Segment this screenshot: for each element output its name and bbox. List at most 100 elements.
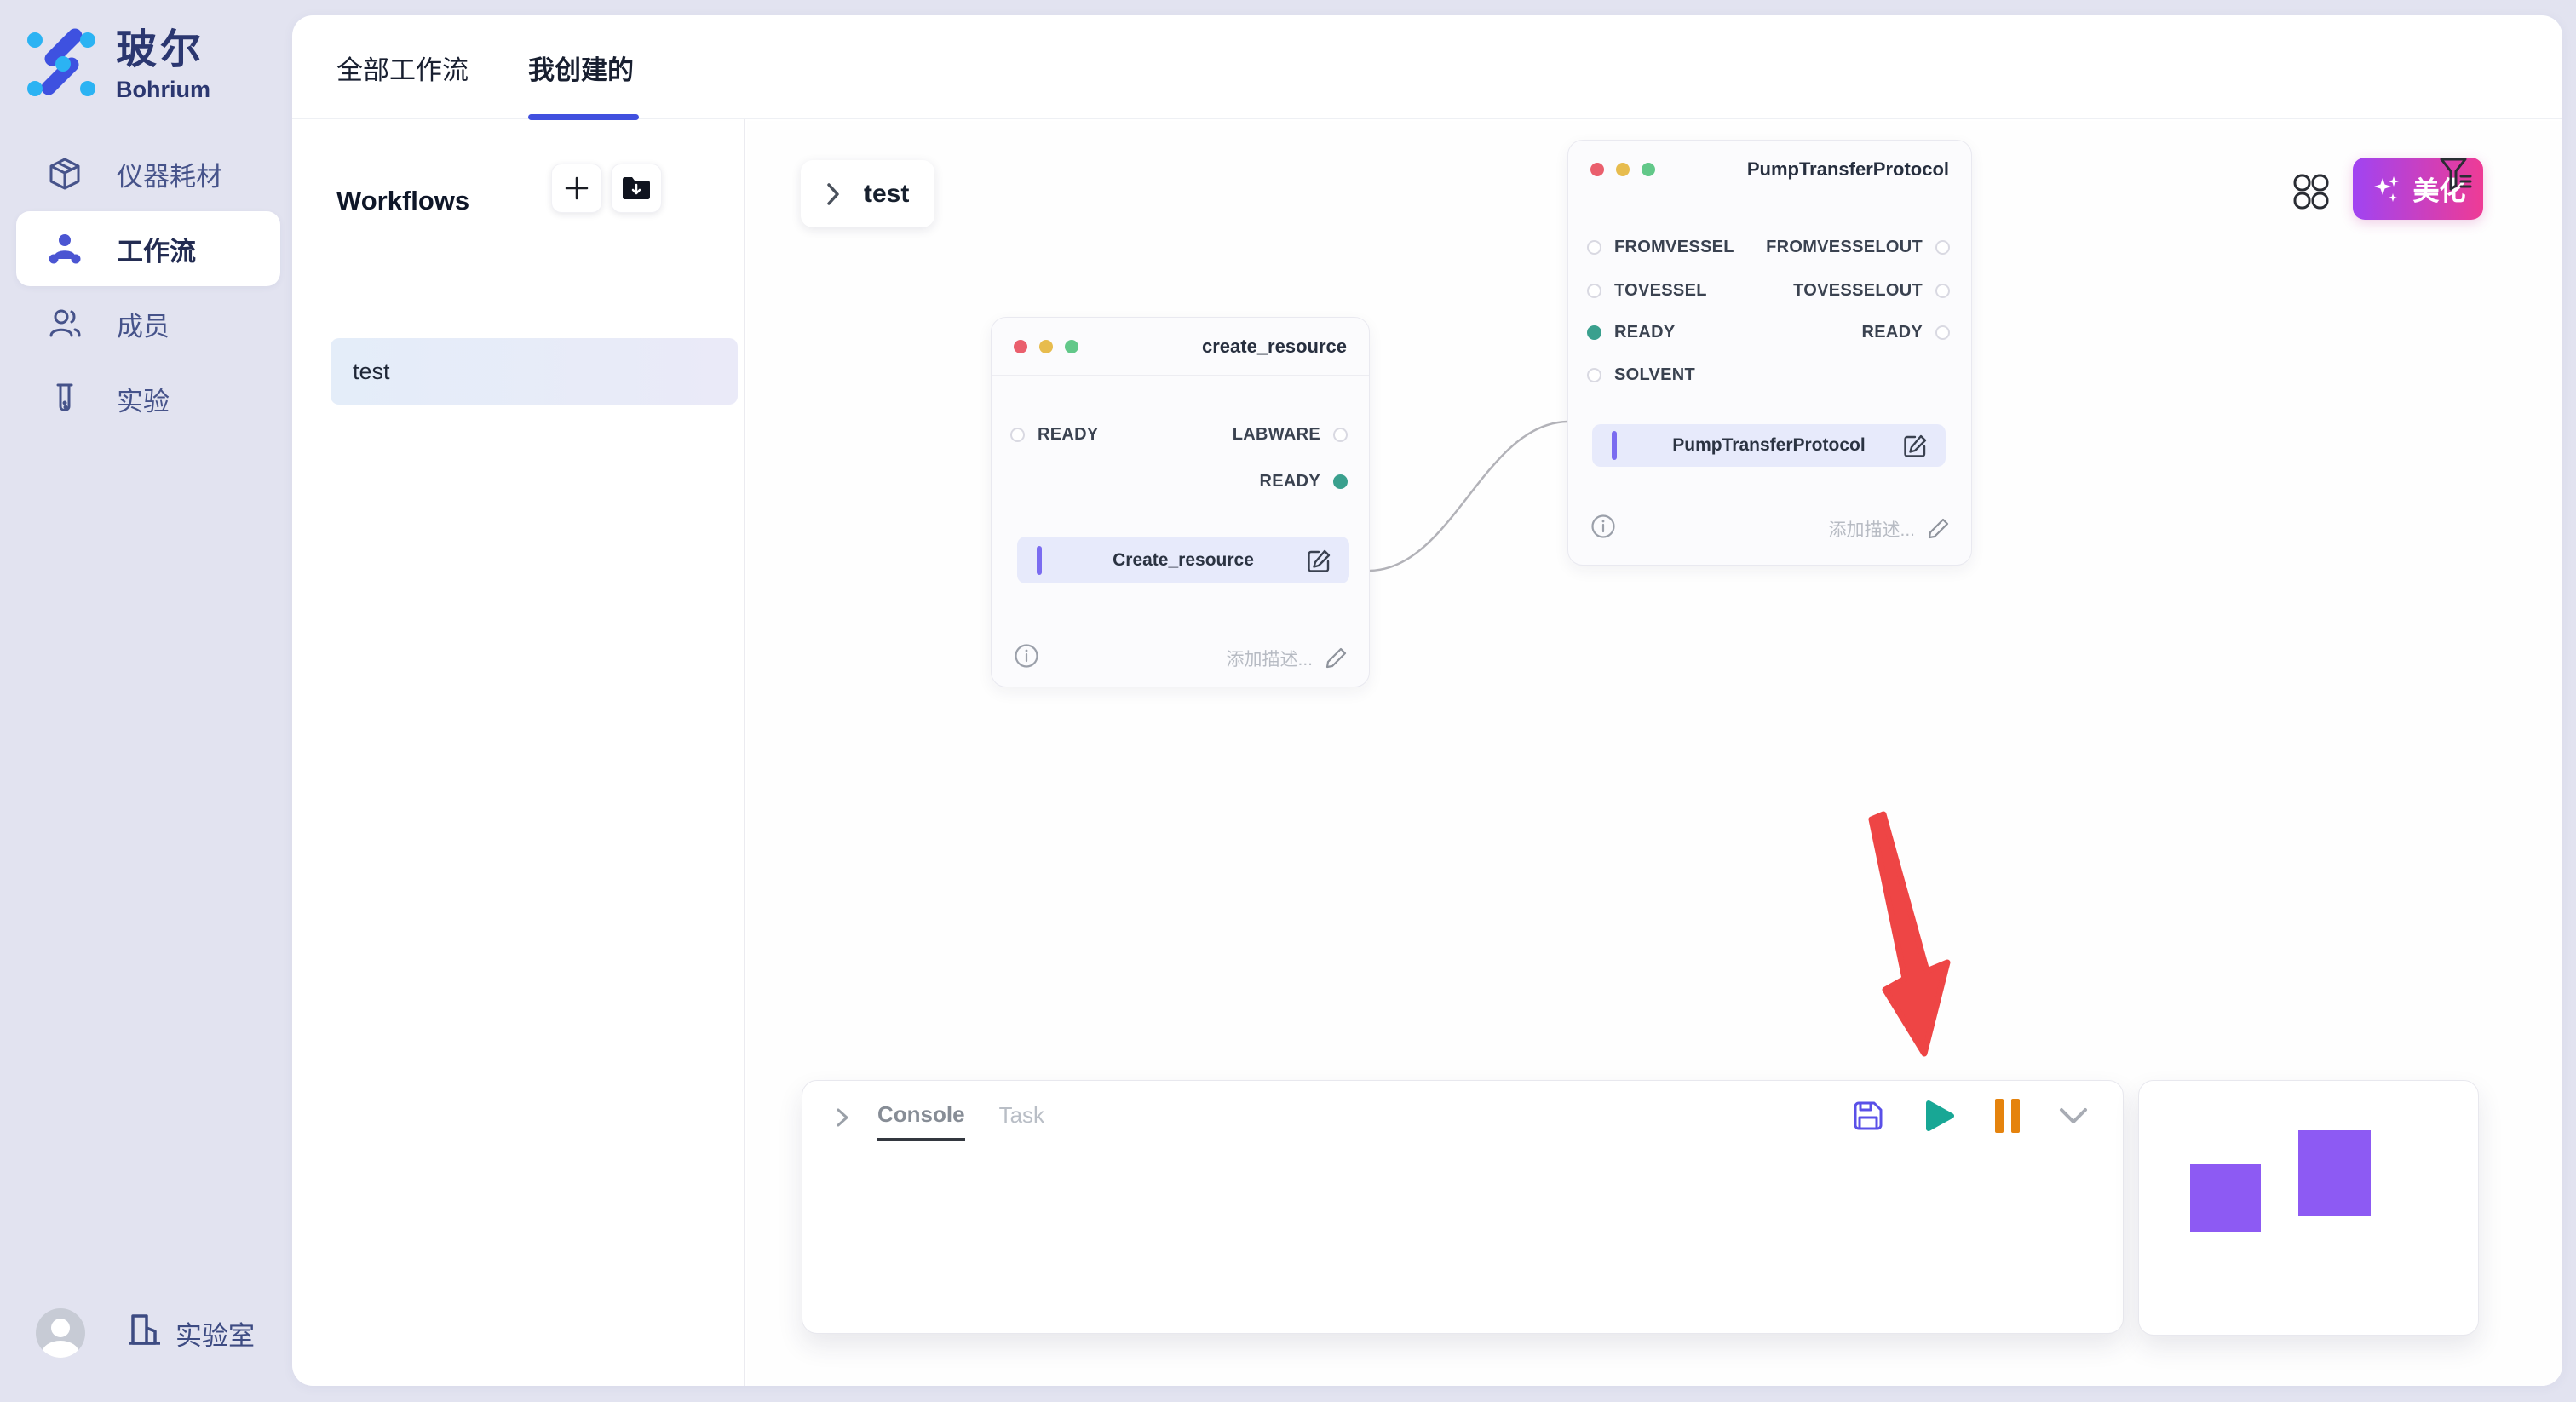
- layout-command-button[interactable]: [2290, 170, 2332, 213]
- info-icon[interactable]: [1590, 514, 1616, 543]
- port-label: READY: [1861, 323, 1923, 342]
- pencil-icon[interactable]: [1927, 517, 1950, 540]
- node-header: PumpTransferProtocol: [1568, 141, 1971, 198]
- breadcrumb[interactable]: test: [801, 160, 934, 227]
- port-fromvessel-in[interactable]: FROMVESSEL: [1587, 238, 1734, 257]
- port-circle[interactable]: [1333, 428, 1348, 442]
- pencil-icon[interactable]: [1325, 646, 1348, 669]
- brand-name-cn: 玻尔: [116, 26, 210, 75]
- port-ready-in-connected[interactable]: READY: [1587, 323, 1676, 342]
- edit-icon[interactable]: [1903, 433, 1929, 458]
- yellow-dot-icon: [1616, 163, 1630, 176]
- node-action-pill[interactable]: PumpTransferProtocol: [1592, 424, 1946, 467]
- add-workflow-button[interactable]: [551, 164, 602, 213]
- tab-task[interactable]: Task: [999, 1102, 1044, 1129]
- green-dot-icon: [1642, 163, 1655, 176]
- save-icon: [1852, 1100, 1884, 1132]
- traffic-dots: [1014, 340, 1078, 353]
- port-ready-out[interactable]: READY: [1861, 323, 1950, 342]
- port-label: FROMVESSELOUT: [1766, 238, 1923, 257]
- sidebar-item-experiments[interactable]: 实验: [16, 361, 280, 436]
- sidebar: 玻尔 Bohrium 仪器耗材: [0, 0, 292, 1402]
- node-title: PumpTransferProtocol: [1747, 158, 1949, 181]
- sidebar-item-label: 仪器耗材: [117, 155, 222, 193]
- sidebar-item-label: 实验: [117, 380, 170, 418]
- minimap[interactable]: [2138, 1080, 2479, 1336]
- port-circle[interactable]: [1935, 240, 1950, 255]
- description-placeholder[interactable]: 添加描述...: [1828, 516, 1915, 542]
- console-panel: Console Task: [802, 1080, 2124, 1334]
- node-action-pill[interactable]: Create_resource: [1017, 537, 1349, 583]
- port-labware-out[interactable]: LABWARE: [1233, 425, 1348, 445]
- tab-all-workflows[interactable]: 全部工作流: [336, 15, 469, 119]
- yellow-dot-icon: [1039, 340, 1053, 353]
- pill-label: Create_resource: [1017, 550, 1349, 571]
- user-avatar[interactable]: [36, 1308, 85, 1358]
- port-circle[interactable]: [1010, 428, 1025, 442]
- sidebar-item-workflows[interactable]: 工作流: [16, 211, 280, 286]
- sidebar-item-label: 成员: [117, 305, 170, 343]
- chevron-down-icon: [2058, 1106, 2089, 1126]
- save-button[interactable]: [1852, 1100, 1884, 1132]
- import-folder-button[interactable]: [611, 164, 662, 213]
- port-ready-in[interactable]: READY: [1010, 425, 1099, 445]
- run-button[interactable]: [1923, 1098, 1957, 1134]
- port-circle[interactable]: [1587, 240, 1601, 255]
- tab-console[interactable]: Console: [877, 1101, 965, 1141]
- tab-created-by-me[interactable]: 我创建的: [528, 15, 634, 119]
- port-circle[interactable]: [1935, 325, 1950, 340]
- folder-download-icon: [621, 175, 652, 201]
- lab-switcher[interactable]: 实验室: [128, 1311, 255, 1355]
- building-icon: [128, 1311, 162, 1355]
- port-label: TOVESSELOUT: [1793, 281, 1923, 301]
- play-icon: [1923, 1098, 1957, 1134]
- port-label: SOLVENT: [1614, 365, 1695, 385]
- workflow-item-name: test: [353, 359, 390, 385]
- chevron-right-icon: [823, 178, 843, 210]
- node-title: create_resource: [1202, 336, 1347, 358]
- console-actions: [1852, 1098, 2089, 1134]
- port-label: READY: [1038, 425, 1099, 445]
- members-icon: [47, 306, 83, 342]
- minimap-node-create-resource: [2190, 1164, 2261, 1232]
- port-solvent-in[interactable]: SOLVENT: [1587, 365, 1695, 385]
- port-circle-connected[interactable]: [1587, 325, 1601, 340]
- port-label: TOVESSEL: [1614, 281, 1707, 301]
- pause-button[interactable]: [1995, 1099, 2020, 1133]
- port-tovessel-in[interactable]: TOVESSEL: [1587, 281, 1707, 301]
- node-footer: 添加描述...: [1590, 514, 1950, 543]
- filter-icon: [2438, 155, 2475, 194]
- workflow-people-icon: [47, 231, 83, 267]
- console-tabbar: Console Task: [830, 1101, 1044, 1141]
- sidebar-item-consumables[interactable]: 仪器耗材: [16, 136, 280, 211]
- lab-label: 实验室: [175, 1314, 255, 1353]
- workflow-list-item-test[interactable]: test: [331, 338, 738, 405]
- port-circle[interactable]: [1587, 284, 1601, 298]
- sidebar-item-members[interactable]: 成员: [16, 286, 280, 361]
- port-tovesselout[interactable]: TOVESSELOUT: [1793, 281, 1950, 301]
- port-ready-out[interactable]: READY: [1259, 472, 1348, 491]
- brand-name-en: Bohrium: [116, 77, 210, 103]
- collapse-caret-icon[interactable]: [830, 1105, 855, 1130]
- port-fromvesselout[interactable]: FROMVESSELOUT: [1766, 238, 1950, 257]
- minimap-node-pump-transfer: [2298, 1130, 2371, 1216]
- sparkles-icon: [2371, 173, 2403, 205]
- filter-button[interactable]: [2438, 155, 2475, 194]
- pill-label: PumpTransferProtocol: [1592, 435, 1946, 456]
- green-dot-icon: [1065, 340, 1078, 353]
- workflows-panel: Workflows test: [292, 119, 745, 1386]
- sidebar-item-label: 工作流: [117, 230, 196, 268]
- description-placeholder[interactable]: 添加描述...: [1226, 646, 1313, 671]
- pill-accent-bar: [1037, 546, 1042, 575]
- port-circle[interactable]: [1587, 368, 1601, 382]
- node-create-resource[interactable]: create_resource READY LABWARE READY Crea…: [991, 317, 1370, 687]
- port-circle-connected[interactable]: [1333, 474, 1348, 489]
- port-circle[interactable]: [1935, 284, 1950, 298]
- node-pump-transfer-protocol[interactable]: PumpTransferProtocol FROMVESSEL FROMVESS…: [1567, 140, 1972, 566]
- edit-icon[interactable]: [1307, 548, 1332, 573]
- info-icon[interactable]: [1014, 643, 1039, 673]
- workflows-panel-title: Workflows: [336, 186, 469, 216]
- collapse-panel-button[interactable]: [2058, 1106, 2089, 1126]
- port-label: READY: [1259, 472, 1320, 491]
- sidebar-nav: 仪器耗材 工作流: [0, 136, 292, 436]
